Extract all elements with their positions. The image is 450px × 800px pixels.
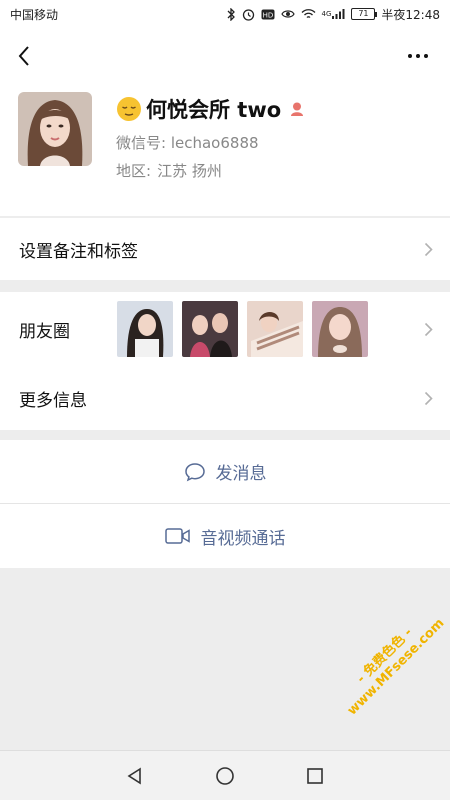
back-arrow-icon <box>18 46 29 66</box>
bluetooth-icon <box>227 7 236 21</box>
region-value: 江苏 扬州 <box>157 162 222 180</box>
moments-label: 朋友圈 <box>19 321 70 342</box>
moment-thumbnail <box>312 301 368 357</box>
system-navigation-bar <box>0 750 450 800</box>
nav-recents-button[interactable] <box>303 764 327 788</box>
video-call-button[interactable]: 音视频通话 <box>0 504 450 568</box>
display-name: 何悦会所 two <box>146 98 282 122</box>
dot-icon <box>424 54 428 58</box>
more-info-label: 更多信息 <box>19 390 87 411</box>
dot-icon <box>416 54 420 58</box>
circle-home-icon <box>216 766 234 785</box>
more-options-button[interactable] <box>404 46 432 66</box>
name-row: 何悦会所 two <box>116 94 305 124</box>
battery-icon: 71 <box>351 8 378 20</box>
triangle-back-icon <box>127 767 141 784</box>
signal-icon: 4G <box>322 8 346 20</box>
svg-text:HD: HD <box>262 11 273 19</box>
chevron-right-icon <box>422 321 434 337</box>
set-remarks-tags-label: 设置备注和标签 <box>19 241 138 262</box>
hd-icon: HD <box>261 9 275 20</box>
wifi-icon <box>301 8 316 20</box>
moments-row[interactable]: 朋友圈 <box>0 292 450 366</box>
send-message-label: 发消息 <box>215 464 267 484</box>
video-call-label: 音视频通话 <box>200 528 286 549</box>
square-recents-icon <box>307 767 323 784</box>
watermark: - 免费色色 - www.MFsese.com <box>330 601 450 723</box>
dot-icon <box>408 54 412 58</box>
chat-bubble-icon <box>184 462 205 481</box>
relieved-face-emoji-icon <box>117 97 141 121</box>
avatar-photo <box>18 92 92 166</box>
avatar[interactable] <box>18 92 92 166</box>
region: 地区: 江苏 扬州 <box>116 160 222 181</box>
chevron-right-icon <box>422 241 434 257</box>
back-button[interactable] <box>12 44 36 68</box>
watermark-line: - 免费色色 - <box>354 625 416 687</box>
profile-header: 何悦会所 two 微信号: lechao6888 地区: 江苏 扬州 <box>0 28 450 216</box>
carrier-label: 中国移动 <box>10 7 59 22</box>
set-remarks-tags-row[interactable]: 设置备注和标签 <box>0 218 450 280</box>
moment-thumbnail <box>247 301 303 357</box>
wechat-id: 微信号: lechao6888 <box>116 132 259 153</box>
send-message-button[interactable]: 发消息 <box>0 440 450 503</box>
video-camera-icon <box>164 528 190 544</box>
wechat-id-value: lechao6888 <box>170 134 259 152</box>
moment-thumbnail <box>117 301 173 357</box>
status-icons: HD 4G 71 半夜12:48 <box>227 6 440 23</box>
alarm-icon <box>242 8 255 21</box>
chevron-right-icon <box>422 390 434 406</box>
region-label: 地区: <box>116 162 152 180</box>
more-info-row[interactable]: 更多信息 <box>0 366 450 430</box>
moments-thumbnails <box>117 301 368 357</box>
nav-home-button[interactable] <box>213 764 237 788</box>
watermark-line: www.MFsese.com <box>344 615 448 719</box>
clock-label: 半夜12:48 <box>381 7 440 22</box>
eye-icon <box>280 9 295 19</box>
nav-back-button[interactable] <box>123 764 147 788</box>
status-bar: 中国移动 HD 4G 71 半夜12:48 <box>0 0 450 28</box>
moment-thumbnail <box>182 301 238 357</box>
wechat-id-label: 微信号: <box>116 134 167 152</box>
female-icon <box>291 102 304 116</box>
